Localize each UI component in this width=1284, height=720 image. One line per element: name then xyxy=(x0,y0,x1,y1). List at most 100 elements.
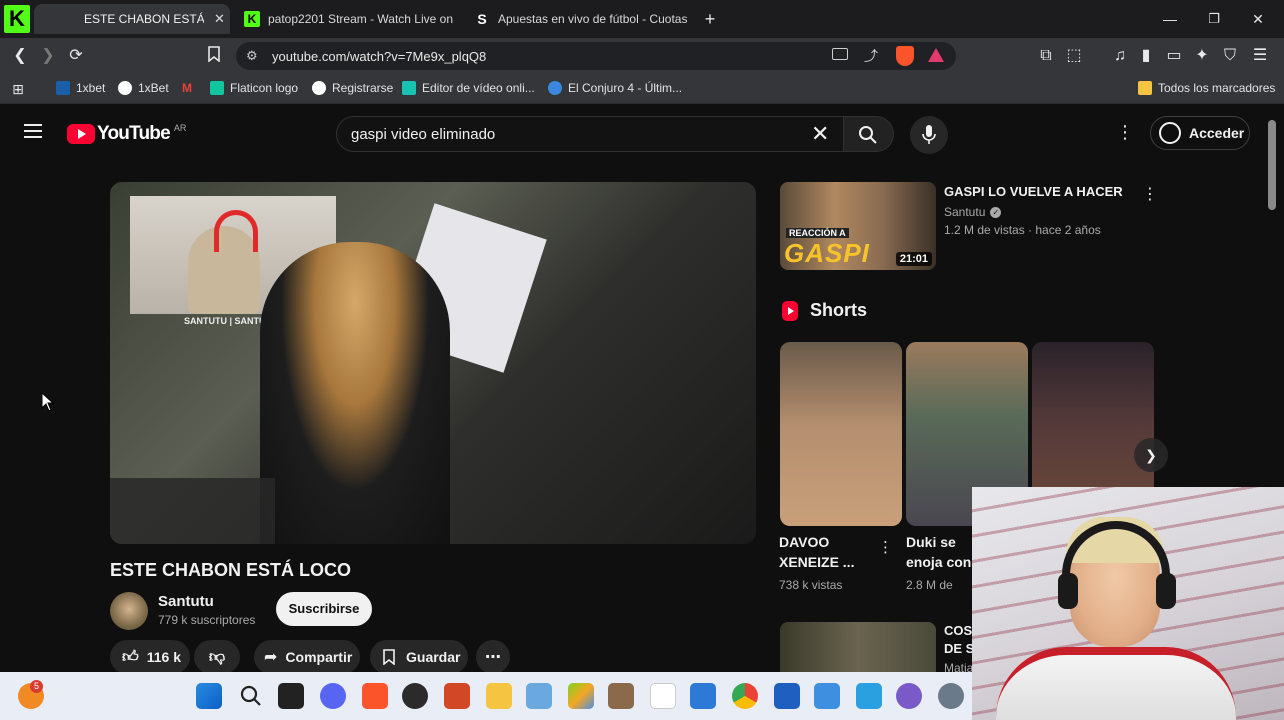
recommended-channel[interactable]: Santutu ✓ xyxy=(944,205,1002,219)
next-video-title[interactable]: DE S xyxy=(944,641,974,656)
document-icon[interactable] xyxy=(650,683,676,709)
app-icon-blue[interactable] xyxy=(690,683,716,709)
save-button[interactable]: Guardar xyxy=(370,640,468,672)
recommended-thumbnail[interactable]: REACCIÓN A GASPI 21:01 xyxy=(780,182,936,270)
xbet-icon xyxy=(56,81,70,95)
streamer-shirt xyxy=(996,647,1236,720)
close-window-button[interactable]: ✕ xyxy=(1248,9,1268,29)
back-icon[interactable]: ❮ xyxy=(10,46,30,66)
bookmark-item[interactable]: 1xBet xyxy=(118,81,169,95)
streaming-app-icon[interactable] xyxy=(896,683,922,709)
powerpoint-icon[interactable] xyxy=(444,683,470,709)
search-query-text: gaspi video eliminado xyxy=(351,126,496,143)
tab-title: ESTE CHABON ESTÁ LOCO - Y xyxy=(84,12,204,26)
short-title[interactable]: enoja con xyxy=(906,552,971,572)
extensions-icon[interactable]: ⧉ xyxy=(1036,46,1056,66)
chrome-icon[interactable] xyxy=(732,683,758,709)
forward-icon[interactable]: ❯ xyxy=(38,46,58,66)
sidebar-icon[interactable]: ▮ xyxy=(1136,46,1156,66)
short-thumbnail[interactable] xyxy=(780,342,902,526)
task-view-icon[interactable] xyxy=(278,683,304,709)
hamburger-menu-icon[interactable] xyxy=(24,124,42,138)
puzzle-app-icon[interactable] xyxy=(526,683,552,709)
photo-app-icon[interactable] xyxy=(608,683,634,709)
next-video-thumbnail[interactable] xyxy=(780,622,936,672)
cast-icon[interactable] xyxy=(832,48,848,60)
settings-gear-icon[interactable] xyxy=(938,683,964,709)
bookmark-item[interactable]: 1xbet xyxy=(56,81,105,95)
short-title[interactable]: DAVOO xyxy=(779,532,829,552)
screenshot-icon[interactable]: ⬚ xyxy=(1064,46,1084,66)
channel-name[interactable]: Santutu xyxy=(158,593,214,610)
wallet-icon[interactable]: ▭ xyxy=(1164,46,1184,66)
sign-in-button[interactable]: Acceder xyxy=(1150,116,1250,150)
tab-betting[interactable]: S Apuestas en vivo de fútbol - Cuotas y xyxy=(466,4,690,34)
site-info-icon[interactable]: ⚙ xyxy=(246,48,258,64)
bookmark-item[interactable]: El Conjuro 4 - Últim... xyxy=(548,81,682,95)
like-button[interactable]: 👍︎ 116 k xyxy=(110,640,190,672)
recommended-menu-icon[interactable]: ⋮ xyxy=(1142,184,1158,204)
window-app-icon[interactable] xyxy=(856,683,882,709)
share-button[interactable]: ➦ Compartir xyxy=(254,640,360,672)
next-video-title[interactable]: COS xyxy=(944,623,972,638)
kick-icon: K xyxy=(244,11,260,27)
shorts-next-button[interactable]: ❯ xyxy=(1134,438,1168,472)
search-input[interactable]: gaspi video eliminado ✕ xyxy=(336,116,844,152)
shorts-logo-icon xyxy=(782,300,798,321)
google-icon xyxy=(312,81,326,95)
tab-close-icon[interactable]: ✕ xyxy=(214,11,225,27)
page-scrollbar[interactable] xyxy=(1268,120,1276,210)
bookmark-item[interactable]: Registrarse xyxy=(312,81,393,95)
obs-icon[interactable] xyxy=(402,683,428,709)
discord-icon[interactable] xyxy=(320,683,346,709)
dislike-button[interactable]: 👎︎ xyxy=(194,640,240,672)
brave-browser-icon[interactable] xyxy=(362,683,388,709)
short-title[interactable]: XENEIZE ... xyxy=(779,552,854,572)
apps-grid-icon[interactable]: ⊞ xyxy=(8,79,28,99)
bookmark-item[interactable]: M xyxy=(182,81,206,95)
clear-search-icon[interactable]: ✕ xyxy=(811,121,829,147)
youtube-logo[interactable]: YouTube AR xyxy=(67,123,186,145)
bookmark-item[interactable]: Editor de vídeo onli... xyxy=(402,81,535,95)
subscribe-button[interactable]: Suscribirse xyxy=(276,592,372,626)
minimize-button[interactable]: — xyxy=(1160,9,1180,29)
new-tab-button[interactable]: + xyxy=(700,9,720,29)
streamer-webcam xyxy=(972,487,1284,720)
leo-ai-icon[interactable]: ✦ xyxy=(1192,46,1212,66)
search-icon[interactable] xyxy=(238,683,264,709)
more-actions-button[interactable]: ⋯ xyxy=(476,640,510,672)
rewards-icon[interactable] xyxy=(928,48,944,62)
settings-kebab-icon[interactable]: ⋮ xyxy=(1116,122,1134,143)
menu-icon[interactable]: ☰ xyxy=(1250,46,1270,66)
bluestacks-icon[interactable] xyxy=(568,683,594,709)
video-player[interactable]: SANTUTU | SANTUTU xyxy=(110,182,756,544)
share-icon[interactable]: ⤴ xyxy=(864,46,878,66)
restore-button[interactable]: ❐ xyxy=(1204,9,1224,29)
notification-badge: 5 xyxy=(30,680,43,693)
recommended-title[interactable]: GASPI LO VUELVE A HACER xyxy=(944,184,1124,199)
voice-search-button[interactable] xyxy=(910,116,948,154)
microphone-icon xyxy=(922,125,936,144)
reload-icon[interactable]: ⟳ xyxy=(66,46,86,66)
music-icon[interactable]: ♫ xyxy=(1110,46,1130,66)
file-explorer-icon[interactable] xyxy=(486,683,512,709)
address-bar[interactable]: ⚙ youtube.com/watch?v=7Me9x_plqQ8 ⤴ xyxy=(236,42,956,70)
channel-avatar[interactable] xyxy=(110,592,148,630)
brave-shield-icon[interactable] xyxy=(896,46,914,66)
bookmark-icon[interactable] xyxy=(204,46,224,66)
bookmark-item[interactable]: Flaticon logo xyxy=(210,81,298,95)
vpn-icon[interactable]: ⛉ xyxy=(1220,46,1240,66)
thumb-label-big: GASPI xyxy=(784,238,870,268)
capcut-icon[interactable] xyxy=(774,683,800,709)
betting-site-icon: S xyxy=(477,11,487,27)
short-menu-icon[interactable]: ⋮ xyxy=(878,538,893,556)
vpn-app-icon[interactable] xyxy=(814,683,840,709)
thumbs-down-icon: 👎︎ xyxy=(208,648,226,666)
search-button[interactable] xyxy=(844,116,894,152)
subscriber-count: 779 k suscriptores xyxy=(158,613,256,627)
tab-kick-stream[interactable]: K patop2201 Stream - Watch Live on K xyxy=(236,4,458,34)
windows-start-icon[interactable] xyxy=(196,683,222,709)
all-bookmarks-folder[interactable]: Todos los marcadores xyxy=(1138,81,1275,95)
short-title[interactable]: Duki se xyxy=(906,532,956,552)
tab-youtube[interactable]: ESTE CHABON ESTÁ LOCO - Y ✕ xyxy=(34,4,230,34)
